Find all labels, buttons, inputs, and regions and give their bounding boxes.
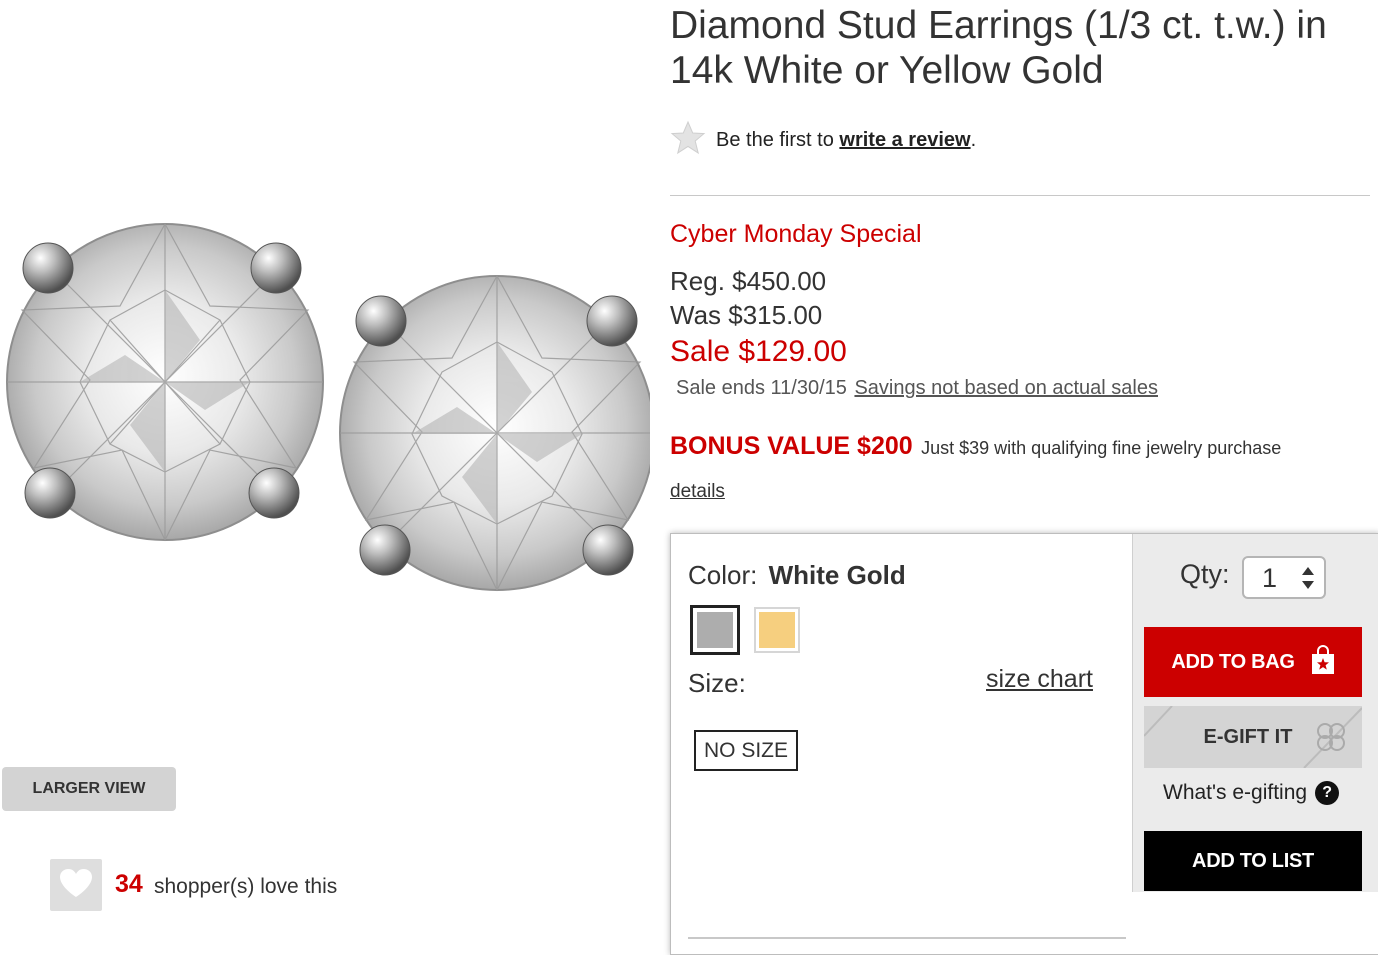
swatch-yellow-gold[interactable] bbox=[754, 607, 800, 653]
promo-name: Cyber Monday Special bbox=[670, 220, 922, 248]
whats-egifting-text: What's e-gifting bbox=[1163, 781, 1308, 804]
egift-button[interactable]: E-GIFT IT bbox=[1144, 706, 1362, 768]
gift-bow-icon bbox=[1314, 720, 1348, 759]
divider bbox=[670, 195, 1370, 196]
write-review-link[interactable]: write a review bbox=[839, 129, 970, 151]
whats-egifting-link[interactable]: What's e-gifting ? bbox=[1163, 781, 1340, 805]
bonus-offer: BONUS VALUE $200 Just $39 with qualifyin… bbox=[670, 432, 1281, 461]
rating-suffix: . bbox=[970, 128, 977, 151]
bonus-label: BONUS VALUE $200 bbox=[670, 432, 913, 460]
rating-text: Be the first to write a review. bbox=[716, 129, 976, 152]
sale-price: Sale $129.00 bbox=[670, 335, 847, 368]
add-to-list-button[interactable]: ADD TO LIST bbox=[1144, 831, 1362, 891]
color-label: Color: bbox=[688, 560, 758, 590]
rating-prefix: Be the first to bbox=[716, 128, 840, 151]
sale-ends-row: Sale ends 11/30/15 Savings not based on … bbox=[676, 377, 1158, 400]
star-icon bbox=[670, 120, 706, 161]
egift-label: E-GIFT IT bbox=[1203, 725, 1293, 748]
size-option-no-size[interactable]: NO SIZE bbox=[694, 730, 798, 771]
add-to-list-label: ADD TO LIST bbox=[1192, 849, 1314, 872]
add-to-bag-button[interactable]: ADD TO BAG bbox=[1144, 627, 1362, 697]
divider bbox=[688, 937, 1126, 939]
was-price: Was $315.00 bbox=[670, 300, 823, 330]
up-down-arrows-icon bbox=[1300, 565, 1316, 596]
add-to-bag-label: ADD TO BAG bbox=[1171, 650, 1295, 673]
larger-view-button[interactable]: LARGER VIEW bbox=[2, 767, 176, 811]
size-chart-link[interactable]: size chart bbox=[986, 665, 1093, 694]
bonus-details-link[interactable]: details bbox=[670, 481, 725, 503]
shopping-bag-icon bbox=[1311, 644, 1335, 680]
swatch-white-gold[interactable] bbox=[690, 605, 740, 655]
bonus-description: Just $39 with qualifying fine jewelry pu… bbox=[921, 438, 1282, 458]
diamond-earrings-image bbox=[6, 222, 655, 592]
sale-ends-text: Sale ends 11/30/15 bbox=[676, 377, 847, 399]
love-count: 34 bbox=[115, 870, 143, 898]
love-button[interactable] bbox=[50, 859, 102, 911]
product-title: Diamond Stud Earrings (1/3 ct. t.w.) in … bbox=[670, 4, 1327, 92]
qty-value: 1 bbox=[1262, 563, 1278, 593]
qty-label: Qty: bbox=[1180, 559, 1230, 589]
regular-price: Reg. $450.00 bbox=[670, 266, 827, 296]
qty-select[interactable]: 1 bbox=[1242, 556, 1326, 599]
savings-disclaimer-link[interactable]: Savings not based on actual sales bbox=[854, 377, 1158, 399]
color-value: White Gold bbox=[768, 560, 906, 590]
help-icon[interactable]: ? bbox=[1315, 781, 1340, 805]
color-selection: Color: White Gold bbox=[688, 560, 906, 591]
product-image[interactable] bbox=[0, 210, 655, 605]
love-text: shopper(s) love this bbox=[154, 875, 338, 898]
rating-row: Be the first to write a review. bbox=[670, 120, 976, 160]
size-label: Size: bbox=[688, 668, 746, 698]
heart-icon bbox=[59, 868, 93, 903]
